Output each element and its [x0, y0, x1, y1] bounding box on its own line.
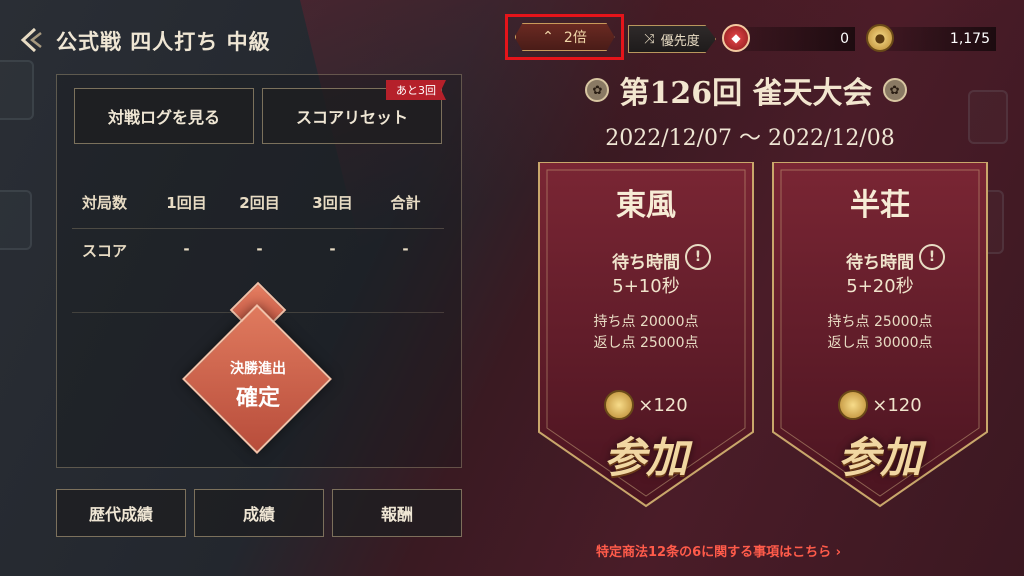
wait-time-label: 待ち時間 — [612, 253, 680, 273]
coin-counter: 1,175 — [880, 27, 996, 51]
wait-time-label: 待ち時間 — [846, 253, 914, 273]
score-round2: - — [256, 240, 263, 258]
mode-card-tonpu[interactable]: 東風 待ち時間 ! 5+10秒 持ち点 20000点 返し点 25000点 ×1… — [537, 162, 755, 508]
tournament-title: ✿ 第126回 雀天大会 ✿ — [568, 68, 924, 112]
entry-cost-value: ×120 — [872, 394, 922, 416]
gem-counter: 0 — [735, 27, 855, 51]
join-button-label: 参加 — [837, 433, 922, 482]
table-divider — [72, 228, 444, 229]
wait-time-value: 5+20秒 — [846, 276, 914, 297]
score-round3: - — [329, 240, 336, 258]
reset-remaining-badge: あと3回 — [386, 80, 446, 100]
finals-status-label: 決勝進出 — [230, 361, 286, 377]
mode-card-hanchan[interactable]: 半荘 待ち時間 ! 5+20秒 持ち点 25000点 返し点 30000点 ×1… — [771, 162, 989, 508]
back-button[interactable] — [14, 22, 50, 58]
view-match-log-button[interactable]: 対戦ログを見る — [74, 88, 254, 144]
score-total: - — [402, 240, 409, 258]
mode-title: 東風 — [616, 188, 676, 223]
tournament-name: 第126回 雀天大会 — [619, 76, 873, 111]
background-tile — [968, 90, 1008, 144]
score-row: スコア - - - - — [72, 240, 444, 261]
coin-icon: ● — [866, 24, 894, 52]
chevron-up-icon: ⌃ — [542, 29, 554, 45]
finals-status-value: 確定 — [235, 386, 280, 411]
entry-cost-value: ×120 — [638, 394, 688, 416]
points-info: 持ち点 25000点 返し点 30000点 — [771, 312, 989, 354]
score-round1: - — [183, 240, 190, 258]
header-round1: 1回目 — [166, 194, 207, 212]
entry-cost: ×120 — [537, 390, 755, 420]
coin-icon — [604, 390, 635, 420]
priority-button[interactable]: ⤨ 優先度 — [628, 25, 716, 53]
priority-label: 優先度 — [660, 33, 700, 49]
header-round3: 3回目 — [312, 194, 353, 212]
legal-notice-link[interactable]: 特定商法12条の6に関する事項はこちら › — [596, 541, 916, 560]
info-icon[interactable]: ! — [685, 244, 711, 270]
header-round2: 2回目 — [239, 194, 280, 212]
header-total: 合計 — [390, 194, 421, 212]
page-title: 公式戦 四人打ち 中級 — [56, 30, 271, 54]
history-button[interactable]: 歴代成績 — [56, 489, 186, 537]
multiplier-highlight: ⌃ 2倍 — [505, 14, 624, 60]
legal-notice-text: 特定商法12条の6に関する事項はこちら — [596, 545, 832, 560]
background-tile — [0, 190, 32, 250]
row-label-score: スコア — [82, 242, 128, 260]
shuffle-icon: ⤨ — [644, 31, 655, 47]
score-table-header: 対局数 1回目 2回目 3回目 合計 — [72, 192, 444, 213]
crest-icon: ✿ — [585, 78, 610, 102]
multiplier-label: 2倍 — [563, 30, 587, 46]
header-games: 対局数 — [82, 194, 128, 212]
coin-icon — [838, 390, 869, 420]
wait-time-value: 5+10秒 — [612, 276, 680, 297]
info-icon[interactable]: ! — [919, 244, 945, 270]
mode-title: 半荘 — [850, 188, 910, 223]
chevron-right-icon: › — [835, 545, 842, 560]
multiplier-button[interactable]: ⌃ 2倍 — [514, 23, 615, 51]
start-points: 持ち点 20000点 — [593, 314, 699, 330]
crest-icon: ✿ — [882, 78, 907, 102]
finals-status: 決勝進出 確定 — [210, 358, 306, 412]
back-arrow-icon — [20, 27, 42, 53]
points-info: 持ち点 20000点 返し点 25000点 — [537, 312, 755, 354]
background-tile — [0, 60, 34, 120]
gem-icon: ◆ — [722, 24, 750, 52]
join-button-label: 参加 — [603, 433, 688, 482]
results-button[interactable]: 成績 — [194, 489, 324, 537]
rewards-button[interactable]: 報酬 — [332, 489, 462, 537]
start-points: 持ち点 25000点 — [827, 314, 933, 330]
entry-cost: ×120 — [771, 390, 989, 420]
return-points: 返し点 30000点 — [827, 335, 933, 351]
tournament-dates: 2022/12/07 ～ 2022/12/08 — [605, 126, 895, 151]
return-points: 返し点 25000点 — [593, 335, 699, 351]
